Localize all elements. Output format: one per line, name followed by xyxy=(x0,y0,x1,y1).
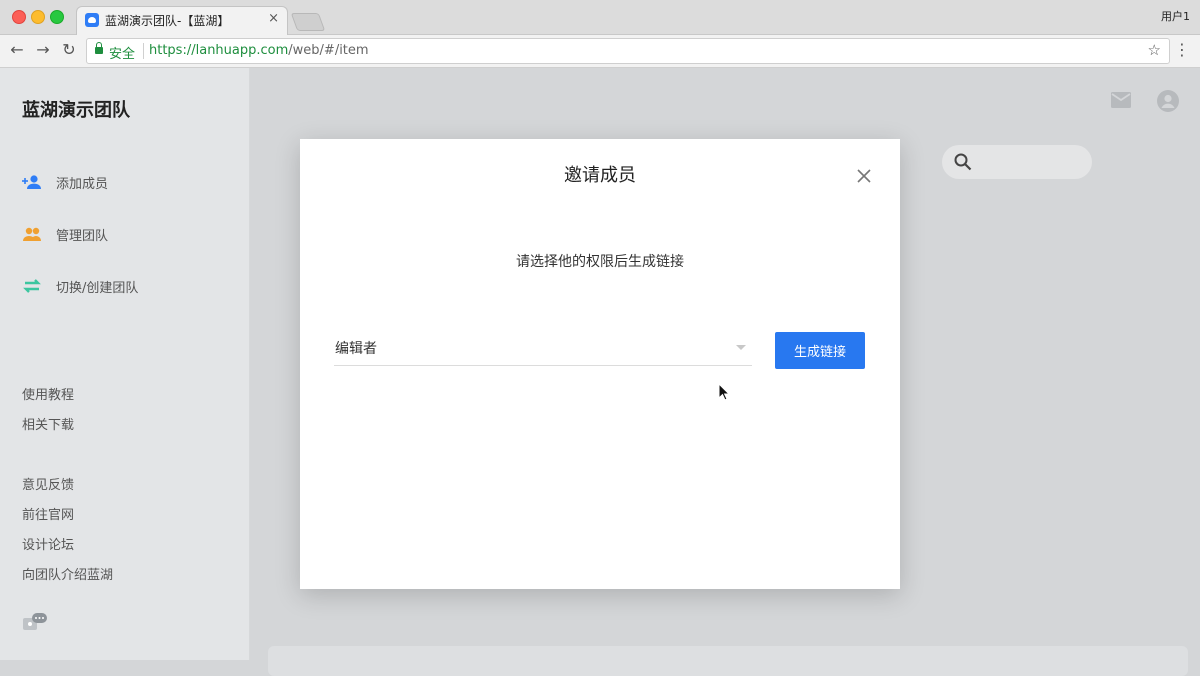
window-close-button[interactable] xyxy=(12,10,26,24)
url-host: lanhuapp.com xyxy=(195,43,289,58)
browser-menu-icon[interactable]: ⋮ xyxy=(1174,40,1190,59)
user-avatar-icon[interactable] xyxy=(1157,90,1179,112)
new-tab-button[interactable] xyxy=(290,13,326,31)
team-icon xyxy=(23,227,41,241)
link-introduce-lanhu[interactable]: 向团队介绍蓝湖 xyxy=(22,564,113,583)
lanhu-favicon-icon xyxy=(85,13,99,27)
reload-icon[interactable]: ↻ xyxy=(60,40,78,59)
link-official-site[interactable]: 前往官网 xyxy=(22,504,74,523)
sidebar-item-label: 管理团队 xyxy=(56,229,109,244)
back-arrow-icon[interactable]: ← xyxy=(8,40,26,59)
sidebar: 蓝湖演示团队 添加成员 管理团队 切换/创建团队 使用教程 相关下载 意见反馈 … xyxy=(0,68,250,660)
tab-title: 蓝湖演示团队-【蓝湖】 xyxy=(105,14,230,28)
permission-select[interactable]: 编辑者 xyxy=(334,332,752,366)
link-tutorial[interactable]: 使用教程 xyxy=(22,384,74,403)
dialog-description: 请选择他的权限后生成链接 xyxy=(516,254,684,270)
url-text[interactable]: https://lanhuapp.com/web/#/item xyxy=(149,43,369,58)
tab-close-icon[interactable]: × xyxy=(268,11,279,26)
link-downloads[interactable]: 相关下载 xyxy=(22,414,74,433)
address-bar[interactable]: 安全 https://lanhuapp.com/web/#/item ☆ xyxy=(86,38,1170,64)
browser-titlebar: 蓝湖演示团队-【蓝湖】 × 用户1 xyxy=(0,0,1200,35)
mail-icon[interactable] xyxy=(1111,92,1131,108)
sidebar-item-label: 切换/创建团队 xyxy=(56,281,139,296)
chat-feedback-icon[interactable] xyxy=(22,612,48,632)
url-divider xyxy=(143,43,144,59)
permission-selected-value: 编辑者 xyxy=(335,341,377,357)
lock-icon xyxy=(95,42,103,54)
search-box[interactable] xyxy=(942,145,1092,179)
forward-arrow-icon[interactable]: → xyxy=(34,40,52,59)
url-scheme: https:// xyxy=(149,43,196,58)
switch-icon xyxy=(23,279,41,293)
dialog-title: 邀请成员 xyxy=(564,165,636,186)
invite-member-dialog: 邀请成员 请选择他的权限后生成链接 编辑者 生成链接 xyxy=(300,139,900,589)
link-design-forum[interactable]: 设计论坛 xyxy=(22,534,74,553)
team-name: 蓝湖演示团队 xyxy=(22,100,130,121)
chevron-down-icon xyxy=(736,345,746,350)
window-zoom-button[interactable] xyxy=(50,10,64,24)
browser-toolbar: ← → ↻ 安全 https://lanhuapp.com/web/#/item… xyxy=(0,35,1200,68)
generate-link-button[interactable]: 生成链接 xyxy=(775,332,865,369)
bookmark-star-icon[interactable]: ☆ xyxy=(1148,41,1161,59)
secure-label: 安全 xyxy=(109,47,136,62)
browser-tab[interactable]: 蓝湖演示团队-【蓝湖】 × xyxy=(76,6,288,35)
search-icon xyxy=(954,153,972,171)
mouse-cursor-icon xyxy=(718,383,730,401)
browser-profile-label[interactable]: 用户1 xyxy=(1161,8,1190,24)
background-card xyxy=(268,646,1188,676)
add-user-icon xyxy=(22,175,41,189)
url-path: /web/#/item xyxy=(288,43,369,58)
close-icon[interactable] xyxy=(856,168,872,184)
sidebar-item-label: 添加成员 xyxy=(56,177,109,192)
link-feedback[interactable]: 意见反馈 xyxy=(22,474,74,493)
window-minimize-button[interactable] xyxy=(31,10,45,24)
